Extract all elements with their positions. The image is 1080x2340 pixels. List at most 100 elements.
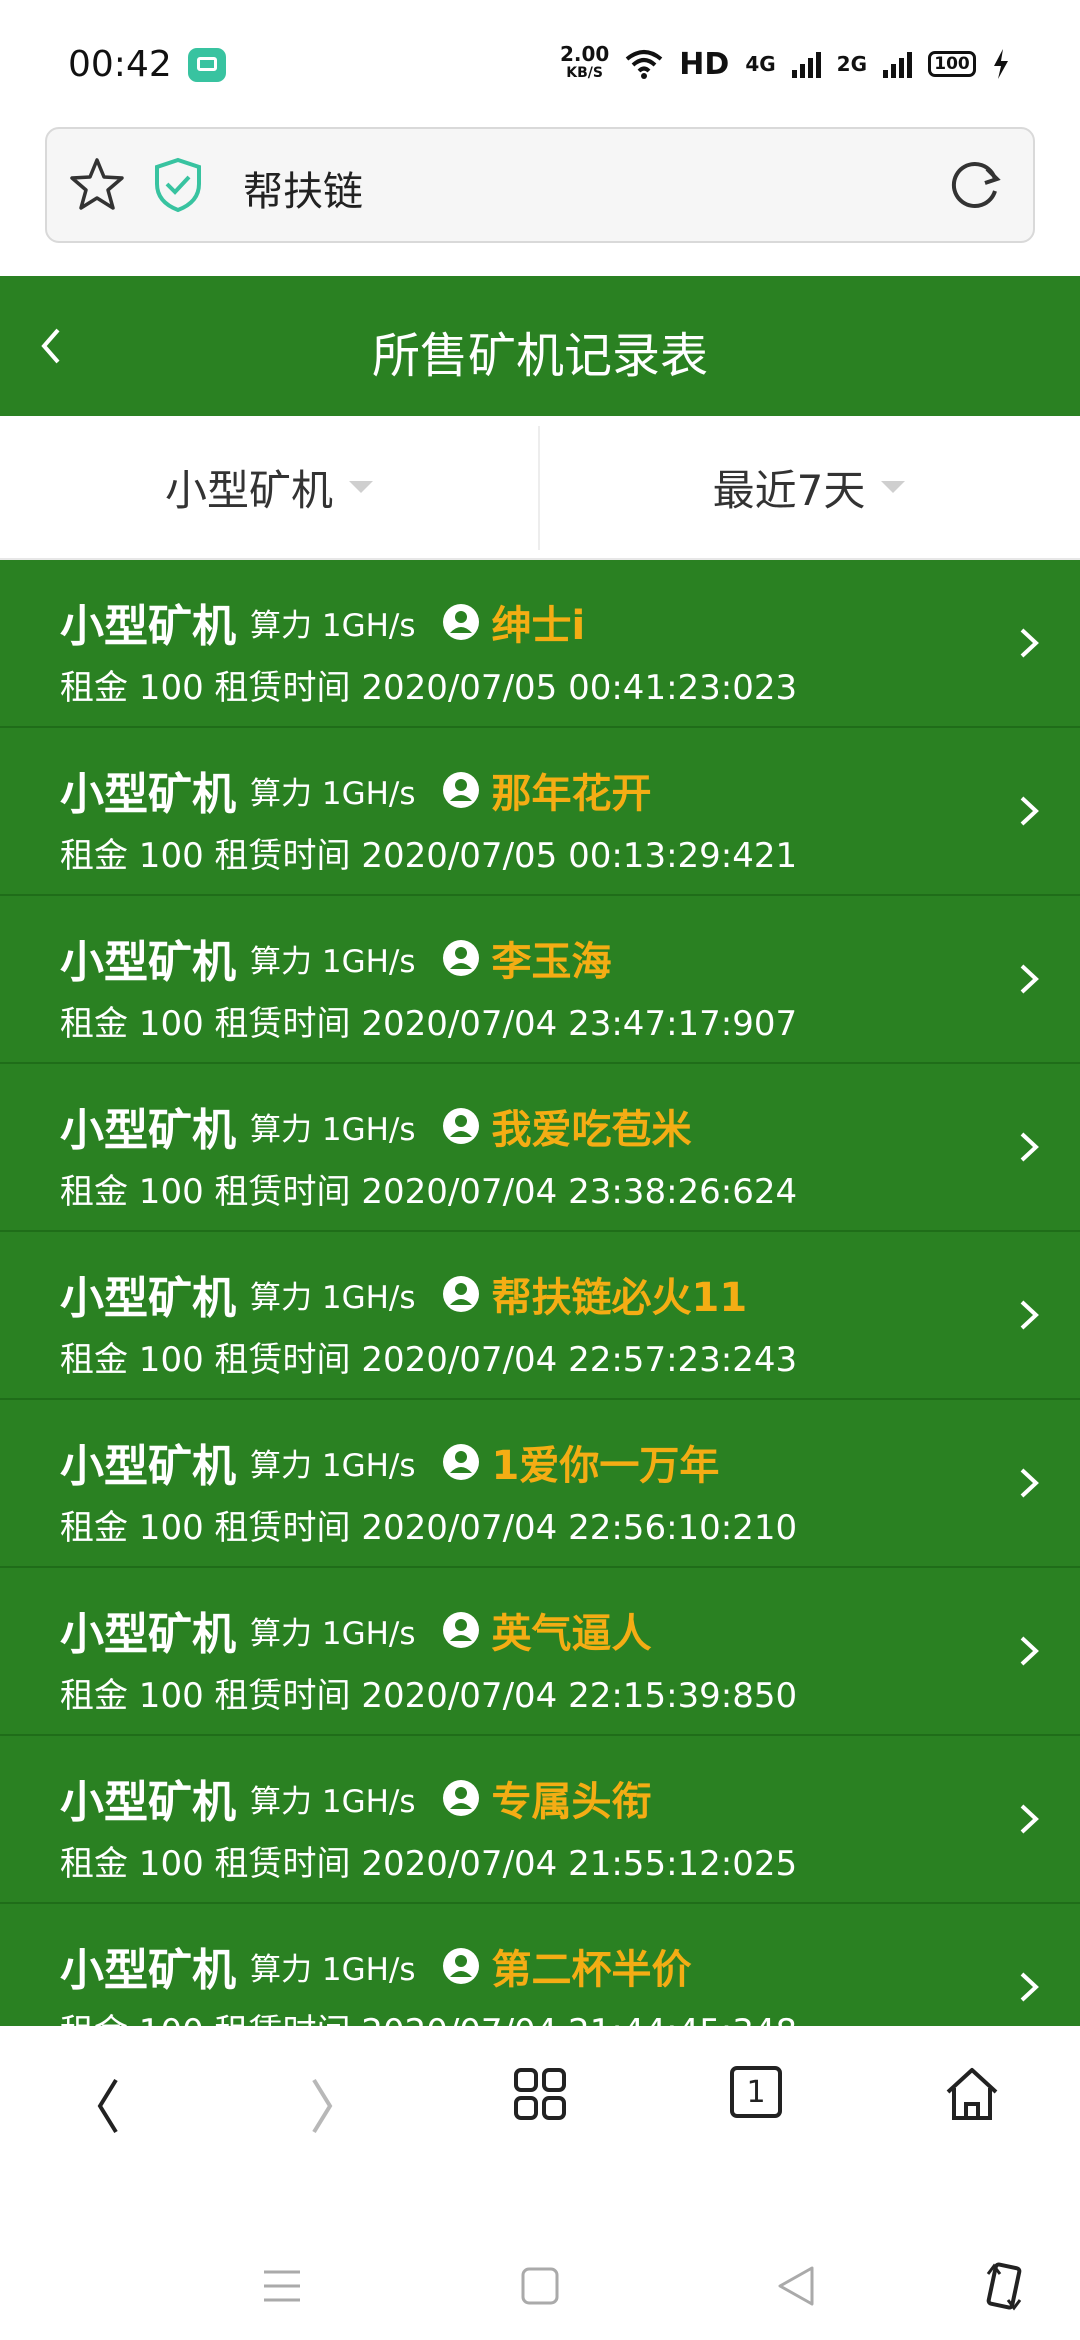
record-power: 算力 1GH/s	[250, 1615, 416, 1652]
home-icon[interactable]	[942, 2064, 1002, 2124]
record-detail: 租金 100 租赁时间 2020/07/04 22:56:10:210	[60, 1508, 798, 1548]
caret-down-icon	[881, 481, 906, 493]
record-detail: 租金 100 租赁时间 2020/07/04 23:38:26:624	[60, 1172, 798, 1212]
network-speed-unit: KB/S	[566, 65, 603, 81]
record-line-1: 小型矿机 算力 1GH/s 绅士i	[60, 590, 585, 654]
record-power: 算力 1GH/s	[250, 1279, 416, 1316]
signal-bars-icon	[791, 50, 821, 78]
reload-icon[interactable]	[947, 157, 1003, 213]
record-username: 那年花开	[491, 771, 652, 817]
record-line-1: 小型矿机 算力 1GH/s 英气逼人	[60, 1598, 652, 1662]
record-detail: 租金 100 租赁时间 2020/07/05 00:41:23:023	[60, 668, 798, 708]
browser-nav-bar: 1	[0, 2026, 1080, 2192]
record-detail: 租金 100 租赁时间 2020/07/04 21:55:12:025	[60, 1844, 798, 1884]
menu-icon[interactable]	[262, 2268, 302, 2304]
record-line-1: 小型矿机 算力 1GH/s 第二杯半价	[60, 1934, 692, 1998]
record-username: 我爱吃苞米	[491, 1107, 692, 1153]
chat-notification-icon	[188, 48, 226, 82]
record-power: 算力 1GH/s	[250, 1111, 416, 1148]
record-line-1: 小型矿机 算力 1GH/s 专属头衔	[60, 1766, 652, 1830]
user-avatar-icon	[442, 1612, 479, 1648]
record-detail: 租金 100 租赁时间 2020/07/04 22:15:39:850	[60, 1676, 798, 1716]
record-power: 算力 1GH/s	[250, 1783, 416, 1820]
rotate-screen-icon[interactable]	[984, 2260, 1024, 2312]
filter-bar: 小型矿机 最近7天	[0, 416, 1080, 560]
record-line-1: 小型矿机 算力 1GH/s 那年花开	[60, 758, 652, 822]
record-power: 算力 1GH/s	[250, 607, 416, 644]
user-avatar-icon	[442, 1780, 479, 1816]
record-machine-name: 小型矿机	[60, 1441, 236, 1492]
user-avatar-icon	[442, 940, 479, 976]
type-filter-dropdown[interactable]: 小型矿机	[0, 416, 538, 558]
record-row[interactable]: 小型矿机 算力 1GH/s 1爱你一万年 租金 100 租赁时间 2020/07…	[0, 1400, 1080, 1568]
record-row[interactable]: 小型矿机 算力 1GH/s 英气逼人 租金 100 租赁时间 2020/07/0…	[0, 1568, 1080, 1736]
network-2g-label: 2G	[836, 52, 867, 76]
record-power: 算力 1GH/s	[250, 775, 416, 812]
record-row[interactable]: 小型矿机 算力 1GH/s 绅士i 租金 100 租赁时间 2020/07/05…	[0, 560, 1080, 728]
back-triangle-icon[interactable]	[776, 2264, 816, 2308]
charging-icon	[994, 49, 1008, 79]
chevron-right-icon	[1020, 964, 1039, 994]
tabs-counter[interactable]: 1	[730, 2066, 782, 2118]
record-detail: 租金 100 租赁时间 2020/07/04 23:47:17:907	[60, 1004, 798, 1044]
star-bookmark-icon[interactable]	[67, 155, 127, 215]
record-machine-name: 小型矿机	[60, 1777, 236, 1828]
status-time: 00:42	[68, 44, 172, 85]
user-avatar-icon	[442, 1108, 479, 1144]
signal-bars-icon-2	[883, 50, 912, 78]
record-machine-name: 小型矿机	[60, 1105, 236, 1156]
record-username: 专属头衔	[491, 1779, 652, 1825]
chevron-right-icon	[1020, 796, 1039, 826]
battery-icon: 100	[928, 51, 976, 77]
period-filter-label: 最近7天	[712, 465, 866, 515]
record-machine-name: 小型矿机	[60, 1609, 236, 1660]
record-power: 算力 1GH/s	[250, 1951, 416, 1988]
chevron-right-icon	[1020, 1300, 1039, 1330]
record-username: 李玉海	[491, 939, 612, 985]
chevron-right-icon	[1020, 1636, 1039, 1666]
page-title: 所售矿机记录表	[371, 328, 708, 384]
record-detail: 租金 100 租赁时间 2020/07/05 00:13:29:421	[60, 836, 798, 876]
records-list[interactable]: 小型矿机 算力 1GH/s 绅士i 租金 100 租赁时间 2020/07/05…	[0, 560, 1080, 2026]
chevron-right-icon	[1020, 628, 1039, 658]
record-row[interactable]: 小型矿机 算力 1GH/s 专属头衔 租金 100 租赁时间 2020/07/0…	[0, 1736, 1080, 1904]
status-icons: 2.00 KB/S HD 4G 2G 100	[560, 42, 1010, 86]
user-avatar-icon	[442, 1444, 479, 1480]
record-row[interactable]: 小型矿机 算力 1GH/s 我爱吃苞米 租金 100 租赁时间 2020/07/…	[0, 1064, 1080, 1232]
chevron-right-icon	[1020, 1804, 1039, 1834]
record-line-1: 小型矿机 算力 1GH/s 1爱你一万年	[60, 1430, 719, 1494]
grid-menu-icon[interactable]	[512, 2066, 568, 2122]
system-nav-bar	[0, 2192, 1080, 2340]
record-username: 1爱你一万年	[491, 1443, 720, 1489]
record-machine-name: 小型矿机	[60, 1273, 236, 1324]
record-username: 帮扶链必火11	[491, 1275, 748, 1321]
address-text[interactable]: 帮扶链	[243, 159, 363, 217]
record-line-1: 小型矿机 算力 1GH/s 李玉海	[60, 926, 612, 990]
record-detail: 租金 100 租赁时间 2020/07/04 22:57:23:243	[60, 1340, 798, 1380]
record-line-1: 小型矿机 算力 1GH/s 我爱吃苞米	[60, 1094, 692, 1158]
network-speed: 2.00 KB/S	[560, 44, 609, 83]
record-username: 第二杯半价	[491, 1947, 692, 1993]
record-detail: 租金 100 租赁时间 2020/07/04 21:44:45:348	[60, 2004, 797, 2026]
record-row[interactable]: 小型矿机 算力 1GH/s 那年花开 租金 100 租赁时间 2020/07/0…	[0, 728, 1080, 896]
wifi-icon	[626, 50, 663, 79]
browser-forward-icon[interactable]	[302, 2070, 342, 2142]
record-machine-name: 小型矿机	[60, 601, 236, 652]
user-avatar-icon	[442, 604, 479, 640]
record-power: 算力 1GH/s	[250, 1447, 416, 1484]
type-filter-label: 小型矿机	[164, 465, 333, 515]
record-row[interactable]: 小型矿机 算力 1GH/s 第二杯半价 租金 100 租赁时间 2020/07/…	[0, 1904, 1080, 2026]
record-row[interactable]: 小型矿机 算力 1GH/s 李玉海 租金 100 租赁时间 2020/07/04…	[0, 896, 1080, 1064]
page-header: 所售矿机记录表	[0, 276, 1080, 416]
user-avatar-icon	[442, 1948, 479, 1984]
chevron-right-icon	[1020, 1972, 1039, 2002]
record-row[interactable]: 小型矿机 算力 1GH/s 帮扶链必火11 租金 100 租赁时间 2020/0…	[0, 1232, 1080, 1400]
record-power: 算力 1GH/s	[250, 943, 416, 980]
user-avatar-icon	[442, 1276, 479, 1312]
home-square-icon[interactable]	[520, 2266, 560, 2306]
record-machine-name: 小型矿机	[60, 1945, 236, 1996]
browser-back-icon[interactable]	[88, 2070, 128, 2142]
address-bar[interactable]: 帮扶链	[45, 127, 1035, 243]
chevron-right-icon	[1020, 1468, 1039, 1498]
period-filter-dropdown[interactable]: 最近7天	[540, 416, 1078, 558]
